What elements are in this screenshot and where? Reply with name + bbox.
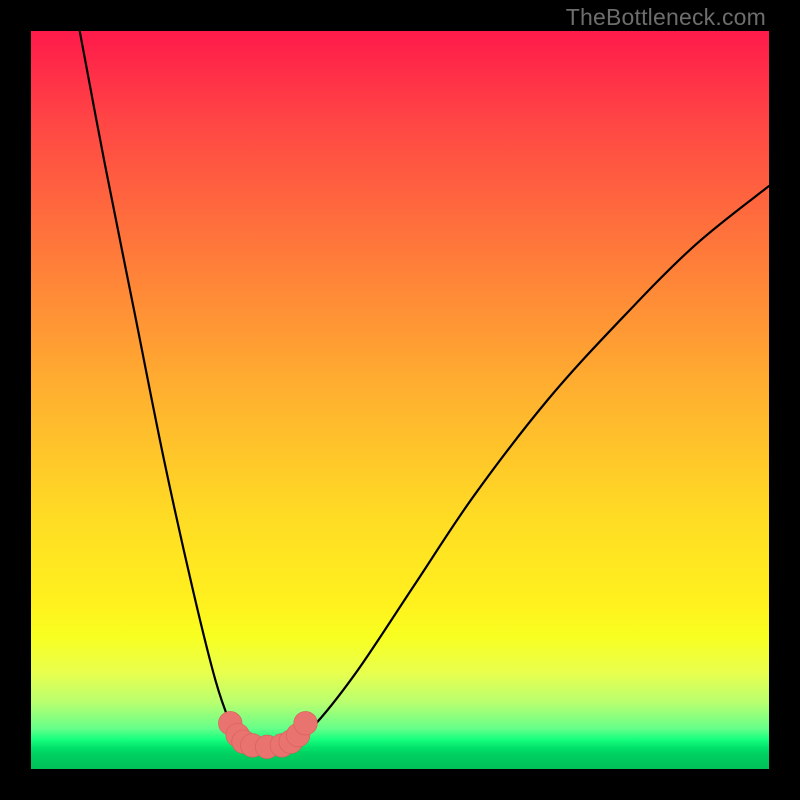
valley-markers xyxy=(218,711,317,758)
bottleneck-curve xyxy=(80,31,769,747)
chart-frame: TheBottleneck.com xyxy=(0,0,800,800)
curve-layer xyxy=(31,31,769,769)
watermark-text: TheBottleneck.com xyxy=(566,4,766,31)
plot-area xyxy=(31,31,769,769)
valley-marker xyxy=(294,711,318,735)
